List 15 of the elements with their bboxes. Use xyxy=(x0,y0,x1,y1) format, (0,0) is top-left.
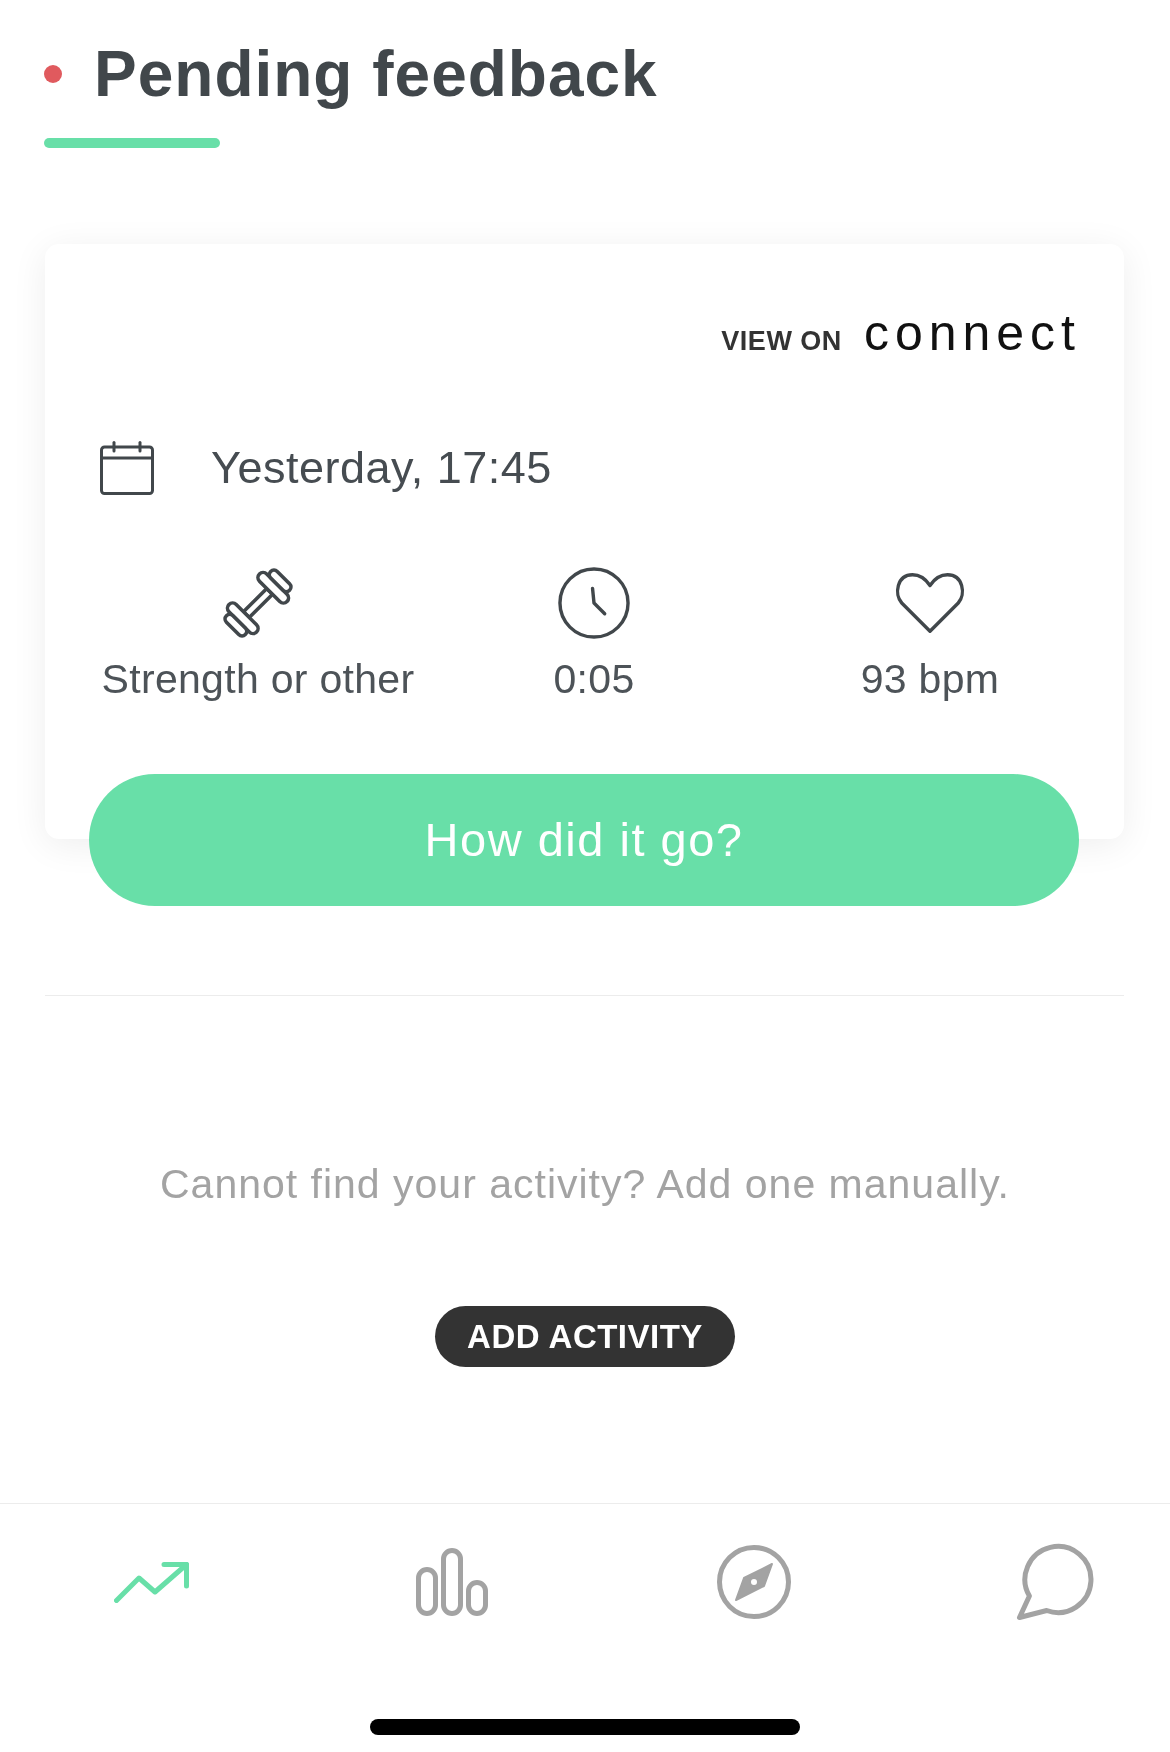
chat-bubble-icon xyxy=(1015,1542,1095,1622)
duration-value: 0:05 xyxy=(553,657,635,701)
compass-icon xyxy=(716,1545,791,1619)
trend-arrow-icon xyxy=(113,1561,189,1603)
activity-type-label: Strength or other xyxy=(101,657,415,701)
calendar-icon xyxy=(100,441,154,495)
add-activity-button[interactable]: ADD ACTIVITY xyxy=(435,1306,735,1367)
view-on-connect-link[interactable]: VIEW ON connect xyxy=(721,308,1081,358)
page-title: Pending feedback xyxy=(94,38,658,110)
heart-icon xyxy=(893,571,967,635)
activity-date: Yesterday, 17:45 xyxy=(211,443,552,493)
clock-icon xyxy=(558,567,630,639)
manual-add-hint: Cannot find your activity? Add one manually. xyxy=(159,1162,1010,1206)
heart-rate-value: 93 bpm xyxy=(860,657,1000,701)
bar-chart-icon xyxy=(416,1548,489,1616)
